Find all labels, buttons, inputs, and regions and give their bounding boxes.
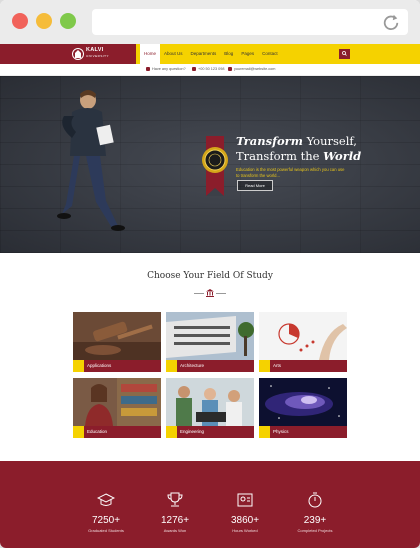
contact-email[interactable]: youremail@website.com <box>228 67 275 71</box>
nav-blog[interactable]: Blog <box>220 44 237 64</box>
site-header: KALVI UNIVERSITY Home About Us Departmen… <box>0 44 420 64</box>
field-card-label: Engineering <box>180 429 205 434</box>
maximize-window-button[interactable] <box>60 13 76 29</box>
minimize-window-button[interactable] <box>36 13 52 29</box>
search-icon <box>342 51 347 56</box>
nav-contact[interactable]: Contact <box>258 44 282 64</box>
galaxy-image <box>259 378 347 426</box>
atom-icon <box>259 426 270 438</box>
field-card-applications[interactable]: Applications <box>73 312 161 372</box>
id-card-icon <box>237 493 253 507</box>
trophy-icon <box>167 492 183 507</box>
stat-awards: 1276+ Awards Won <box>135 491 215 533</box>
gear-icon <box>166 426 177 438</box>
university-building-icon <box>206 289 214 297</box>
field-card-engineering[interactable]: Engineering <box>166 378 254 438</box>
team-image <box>166 378 254 426</box>
stat-graduated: 7250+ Graduated Students <box>66 491 146 533</box>
fields-section-title: Choose Your Field Of Study <box>147 271 273 281</box>
drawing-chart-image <box>259 312 347 360</box>
book-icon <box>73 426 84 438</box>
field-card-label: Applications <box>87 363 112 368</box>
location-icon <box>146 67 150 71</box>
hero-title: Transform Yourself, Transform the World <box>236 134 361 164</box>
building-image <box>166 312 254 360</box>
field-card-label: Architecture <box>180 363 205 368</box>
contact-phone[interactable]: +00 50 123 098 <box>192 67 225 71</box>
chart-icon <box>259 360 270 372</box>
address-bar[interactable] <box>92 9 408 35</box>
logo[interactable]: KALVI UNIVERSITY <box>0 44 136 64</box>
hero-subtitle: Education is the most powerful weapon wh… <box>236 167 345 178</box>
logo-subtitle: UNIVERSITY <box>86 54 110 58</box>
hero-title-em-1: Transform <box>236 134 303 148</box>
browser-toolbar <box>0 0 420 44</box>
nav-pages[interactable]: Pages <box>237 44 258 64</box>
library-image <box>73 378 161 426</box>
main-nav: Home About Us Departments Blog Pages Con… <box>140 44 282 64</box>
browser-window: KALVI UNIVERSITY Home About Us Departmen… <box>0 0 420 548</box>
gavel-icon <box>73 360 84 372</box>
building-icon <box>166 360 177 372</box>
student-image <box>57 90 125 231</box>
gavel-image <box>73 312 161 360</box>
read-more-button[interactable]: Read More <box>237 180 273 191</box>
hero-title-rest-2: Transform the <box>236 149 324 163</box>
stat-label: Graduated Students <box>88 528 124 533</box>
phone-icon <box>192 67 196 71</box>
field-card-education[interactable]: Education <box>73 378 161 438</box>
section-divider <box>194 289 226 297</box>
field-card-arts[interactable]: Arts <box>259 312 347 372</box>
stat-projects: 239+ Completed Projects <box>275 491 355 533</box>
field-card-architecture[interactable]: Architecture <box>166 312 254 372</box>
contact-question: Have any question? <box>146 67 186 71</box>
reload-icon[interactable] <box>382 13 400 31</box>
logo-text: KALVI UNIVERSITY <box>86 47 109 59</box>
stopwatch-icon <box>308 492 322 508</box>
stat-value: 239+ <box>303 515 327 526</box>
stat-label: Awards Won <box>163 528 187 533</box>
field-card-label: Physics <box>273 429 289 434</box>
contact-email-text: youremail@website.com <box>234 67 276 71</box>
stat-value: 1276+ <box>160 515 190 526</box>
university-logo-icon <box>72 48 84 60</box>
nav-home[interactable]: Home <box>140 44 161 64</box>
contact-question-text: Have any question? <box>152 67 186 71</box>
nav-about-us[interactable]: About Us <box>160 44 187 64</box>
stat-label: Hours Worked <box>232 528 258 533</box>
field-card-physics[interactable]: Physics <box>259 378 347 438</box>
stat-label: Completed Projects <box>297 528 333 533</box>
stat-hours: 3860+ Hours Worked <box>205 491 285 533</box>
hero-title-em-2: World <box>323 149 362 163</box>
hero-title-rest-1: Yourself, <box>302 134 357 148</box>
award-badge-icon <box>202 136 228 196</box>
stat-value: 7250+ <box>91 515 121 526</box>
email-icon <box>228 67 232 71</box>
graduation-cap-icon <box>97 493 115 506</box>
search-button[interactable] <box>339 49 350 59</box>
stat-value: 3860+ <box>230 515 260 526</box>
close-window-button[interactable] <box>12 13 28 29</box>
hero-banner: Transform Yourself, Transform the World … <box>0 76 420 253</box>
field-card-label: Education <box>87 429 108 434</box>
stats-section: 7250+ Graduated Students 1276+ Awards Wo… <box>0 461 420 548</box>
nav-departments[interactable]: Departments <box>187 44 221 64</box>
contact-phone-text: +00 50 123 098 <box>198 67 225 71</box>
contact-bar: Have any question? +00 50 123 098 yourem… <box>0 64 420 76</box>
field-card-label: Arts <box>273 363 282 368</box>
